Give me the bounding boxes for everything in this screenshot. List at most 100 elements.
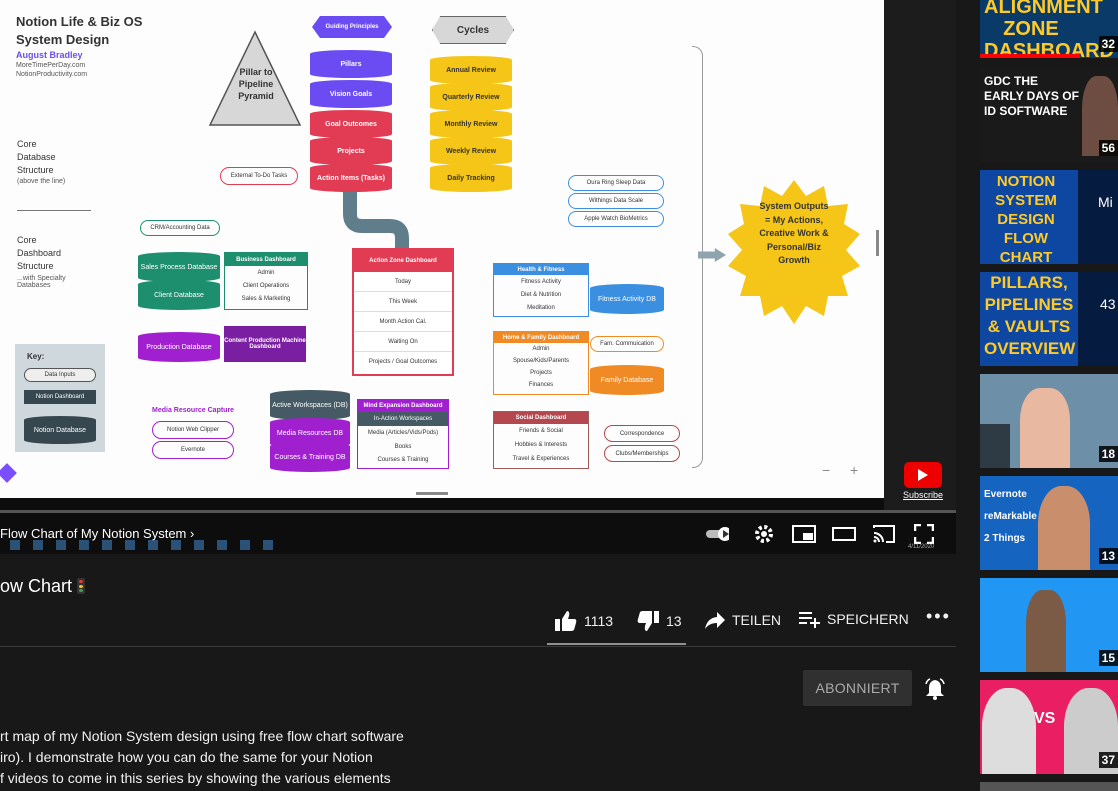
key-dashboard: Notion Dashboard (24, 390, 96, 404)
divider (0, 646, 956, 647)
home-item: Admin (532, 346, 550, 352)
key-title: Key: (27, 352, 45, 361)
quarterly-review-db: Quarterly Review (430, 83, 512, 111)
recommended-thumbnail[interactable]: ALIGNMENT ZONE DASHBOARD 32 (980, 0, 1118, 58)
description-line: rt map of my Notion System design using … (0, 728, 404, 744)
save-label: SPEICHERN (827, 611, 909, 627)
description-line: f videos to come in this series by showi… (0, 770, 391, 786)
playlist-add-icon (799, 612, 820, 628)
youtube-logo-icon[interactable] (904, 462, 942, 488)
recommended-thumbnail[interactable]: GDC THE EARLY DAYS OF ID SOFTWARE 56 (980, 68, 1118, 162)
thumbs-down-icon (637, 611, 659, 631)
guiding-principles: Guiding Principles (312, 16, 392, 38)
home-item: Finances (528, 382, 554, 388)
home-title: Home & Family Dashboard (494, 332, 588, 343)
az-item: Today (354, 272, 452, 292)
social-item: Travel & Experiences (512, 456, 570, 462)
oura-input: Oura Ring Sleep Data (568, 175, 664, 191)
biz-item: Sales & Marketing (241, 295, 291, 302)
core-db-label: Core Database Structure (17, 139, 56, 175)
fitness-db: Fitness Activity DB (590, 284, 664, 314)
mix-overlay (1078, 170, 1118, 264)
recommended-thumbnail[interactable]: Evernote reMarkable 2 Things 13 (980, 476, 1118, 570)
video-right-edge (884, 0, 956, 510)
like-count: 1113 (584, 613, 614, 629)
action-zone-dashboard: Action Zone Dashboard Today This Week Mo… (352, 248, 454, 376)
thumb-duration: 32 (1098, 36, 1118, 52)
recommended-thumbnail[interactable]: NOTION SYSTEM DESIGN FLOW CHART Mi (980, 170, 1118, 264)
pipe-connector (343, 192, 409, 248)
zoom-in-button[interactable]: + (850, 462, 858, 478)
video-player[interactable]: Notion Life & Biz OS System Design Augus… (0, 0, 956, 554)
diagram-site-1: MoreTimePerDay.com (16, 62, 86, 69)
recommended-thumbnail[interactable]: 18 (980, 374, 1118, 468)
client-db: Client Database (138, 280, 220, 310)
action-zone-title: Action Zone Dashboard (354, 250, 452, 272)
diagram-author: August Bradley (16, 50, 83, 60)
thumb-text: VS (1034, 710, 1056, 727)
video-title: ow Chart (0, 576, 86, 597)
v-scroll-handle[interactable] (876, 230, 879, 256)
content-dashboard: Content Production Machine Dashboard (224, 326, 306, 362)
mind-item: Courses & Training (377, 457, 429, 463)
recommended-thumbnail[interactable]: PILLARS, PIPELINES & VAULTS OVERVIEW 43 (980, 272, 1118, 366)
monthly-review-db: Monthly Review (430, 110, 512, 138)
thumb-duration: 13 (1098, 548, 1118, 564)
more-actions-icon[interactable]: ••• (926, 606, 951, 627)
home-dashboard: Home & Family Dashboard Admin Spouse/Kid… (493, 331, 589, 395)
thumb-duration: 18 (1098, 446, 1118, 462)
production-db: Production Database (138, 332, 220, 362)
share-button[interactable]: TEILEN (704, 610, 781, 630)
recommended-thumbnail[interactable] (980, 782, 1118, 791)
fam-comm-input: Fam. Commuication (590, 336, 664, 352)
key-legend: Key: Data Inputs Notion Dashboard Notion… (15, 344, 105, 452)
mind-title: Mind Expansion Dashboard (358, 400, 448, 412)
web-clipper-input: Notion Web Clipper (152, 421, 234, 439)
outputs-label: System Outputs = My Actions, Creative Wo… (759, 201, 829, 265)
daily-tracking-db: Daily Tracking (430, 164, 512, 192)
thumbs-up-icon (555, 611, 577, 631)
health-dashboard: Health & Fitness Fitness Activity Diet &… (493, 263, 589, 317)
playlist-overlay (1078, 272, 1118, 366)
description-line: iro). I demonstrate how you can do the s… (0, 749, 373, 765)
bell-icon[interactable] (924, 678, 946, 705)
like-button[interactable]: 1113 (554, 610, 613, 632)
pillars-db: Pillars (310, 50, 392, 78)
subscribed-button[interactable]: ABONNIERT (803, 670, 912, 706)
courses-db: Courses & Training DB (270, 442, 350, 472)
thumb-duration: 56 (1098, 140, 1118, 156)
diagram-title-2: System Design (16, 32, 110, 47)
az-item: This Week (354, 292, 452, 312)
progress-bar[interactable] (0, 510, 956, 513)
clubs-input: Clubs/Memberships (604, 445, 680, 462)
thumb-person (1038, 486, 1090, 570)
thumb-duration: 37 (1098, 752, 1118, 768)
sentiment-bar (547, 643, 686, 645)
subscribe-badge[interactable]: Subscribe (903, 490, 943, 500)
dislike-button[interactable]: 13 (636, 610, 682, 632)
social-dashboard: Social Dashboard Friends & Social Hobbie… (493, 411, 589, 469)
video-description: rt map of my Notion System design using … (0, 726, 420, 789)
thumb-person (1020, 388, 1070, 468)
zoom-out-button[interactable]: − (822, 462, 830, 478)
recommended-thumbnail[interactable]: 15 (980, 578, 1118, 672)
weekly-review-db: Weekly Review (430, 137, 512, 165)
save-button[interactable]: SPEICHERN (799, 610, 909, 628)
playlist-count: 43 (1100, 296, 1116, 312)
traffic-light-icon (77, 578, 86, 594)
withings-input: Withings Data Scale (568, 193, 664, 209)
annual-review-db: Annual Review (430, 56, 512, 84)
taskbar-icons (10, 540, 280, 550)
thumb-person (982, 688, 1036, 774)
scroll-handle[interactable] (416, 492, 448, 495)
mind-item: In-Action Workspaces (358, 412, 448, 426)
video-frame[interactable]: Notion Life & Biz OS System Design Augus… (0, 0, 884, 498)
crm-input: CRM/Accounting Data (140, 220, 220, 236)
dislike-count: 13 (666, 613, 682, 629)
recommended-thumbnail[interactable]: VS 37 (980, 680, 1118, 774)
key-inputs: Data Inputs (24, 368, 96, 382)
mind-item: Media (Articles/Vids/Pods) (367, 430, 439, 436)
pyramid-label: Pillar to Pipeline Pyramid (238, 67, 274, 101)
mix-label: Mi (1098, 194, 1113, 210)
media-capture-label: Media Resource Capture (152, 407, 235, 414)
